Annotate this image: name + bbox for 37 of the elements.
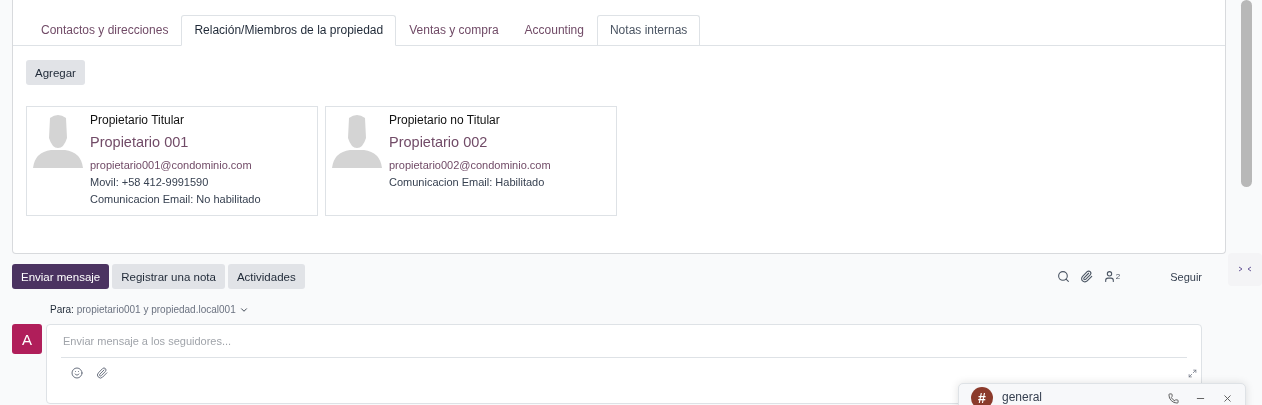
avatar-placeholder-icon — [332, 112, 382, 168]
expand-icon[interactable] — [1188, 368, 1197, 378]
user-icon[interactable] — [1102, 270, 1116, 283]
member-name: Propietario 002 — [389, 133, 489, 152]
member-email[interactable]: propietario001@condominio.com — [90, 157, 261, 174]
chatter-action-button[interactable]: Enviar mensaje — [12, 264, 110, 289]
member-detail: Movil: +58 412-9991590 — [90, 175, 210, 190]
member-detail: Comunicacion Email: No habilitado — [90, 192, 261, 207]
follow-link[interactable]: Seguir — [1170, 270, 1202, 283]
member-role: Propietario no Titular — [389, 112, 501, 129]
chatter-action-button[interactable]: Registrar una nota — [112, 264, 225, 289]
tab[interactable]: Notas internas — [596, 15, 701, 45]
emoji-icon[interactable] — [71, 367, 83, 379]
close-icon[interactable] — [1222, 393, 1233, 404]
channel-avatar: # — [971, 387, 993, 405]
member-name: Propietario 001 — [90, 133, 190, 152]
collapse-icon — [1238, 265, 1252, 274]
add-button[interactable]: Agregar — [26, 60, 85, 85]
chat-window[interactable]: # general — [958, 383, 1246, 405]
member-card[interactable]: Propietario Titular Propietario 001 propietario001@condominio.com Movil: +58 412-9991590 Comunicacion Email: No habilitado — [26, 106, 318, 216]
user-avatar: A — [12, 324, 42, 354]
avatar-placeholder-icon — [33, 112, 83, 168]
member-card[interactable]: Propietario no Titular Propietario 002 propietario002@condominio.com Comunicacion Email: Habilitado — [325, 106, 617, 216]
chat-title: general — [1002, 389, 1043, 405]
phone-icon[interactable] — [1168, 393, 1179, 404]
paperclip-icon[interactable] — [96, 367, 108, 379]
chatter-action-button[interactable]: Actividades — [227, 264, 305, 289]
tab[interactable]: Relación/Miembros de la propiedad — [181, 15, 397, 46]
paperclip-icon[interactable] — [1079, 270, 1093, 283]
member-role: Propietario Titular — [90, 112, 186, 129]
followers-count: 2 — [1115, 272, 1121, 281]
scrollbar[interactable] — [1241, 0, 1252, 187]
search-icon[interactable] — [1056, 270, 1070, 283]
recipients-label: Para: propietario001 y propiedad.local001 — [50, 304, 236, 315]
member-detail: Comunicacion Email: Habilitado — [389, 175, 546, 190]
member-email[interactable]: propietario002@condominio.com — [389, 157, 551, 174]
panel-toggle-button[interactable] — [1228, 253, 1262, 286]
